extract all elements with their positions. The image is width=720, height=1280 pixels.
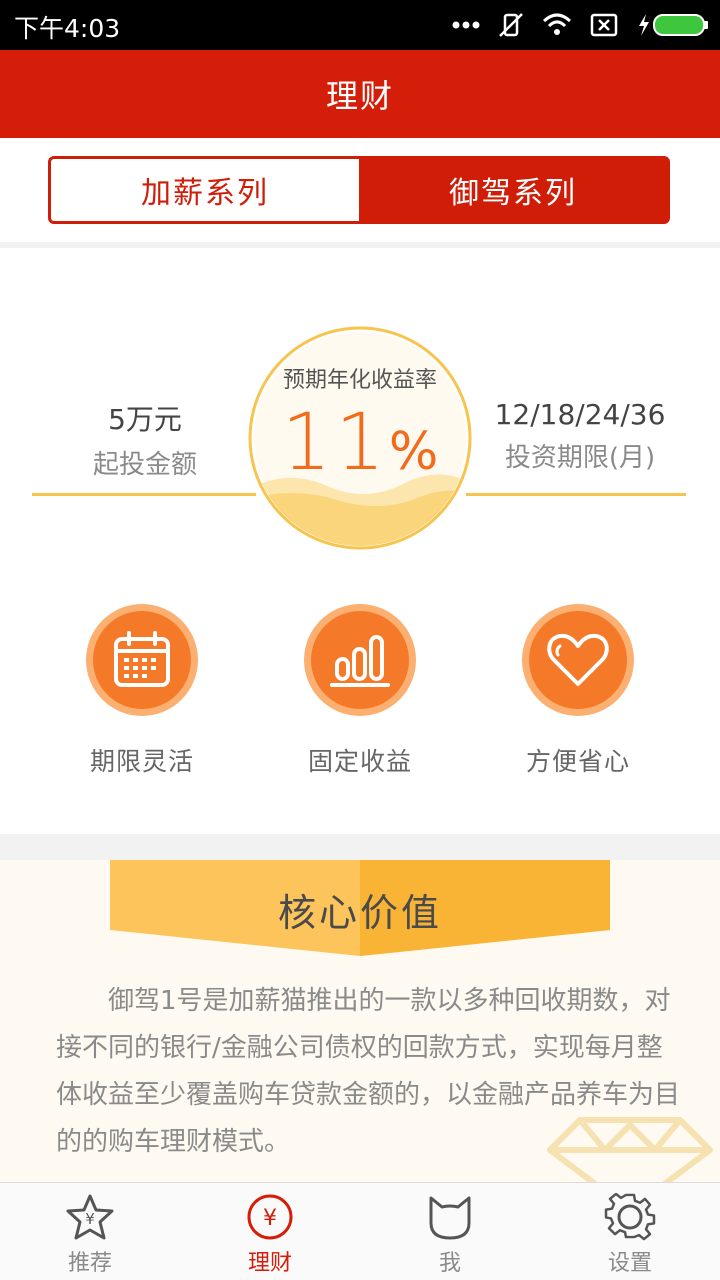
nav-label: 设置 xyxy=(607,1251,652,1276)
nav-item-finance[interactable]: ¥ 理财 xyxy=(180,1183,360,1280)
nav-item-settings[interactable]: 设置 xyxy=(540,1183,720,1280)
feature-flexible-term: 期限灵活 xyxy=(42,604,242,778)
nav-label: 理财 xyxy=(247,1251,292,1276)
min-amount-stat: 5万元 起投金额 xyxy=(60,398,230,481)
feature-convenient: 方便省心 xyxy=(478,604,678,778)
heart-icon xyxy=(547,633,609,686)
gear-icon xyxy=(604,1193,656,1241)
page-title: 理财 xyxy=(325,77,394,115)
cat-icon xyxy=(429,1196,471,1240)
rate-number: 11 xyxy=(281,398,389,488)
bottom-nav: ¥ 推荐 ¥ 理财 我 设置 xyxy=(0,1182,720,1280)
nav-item-recommend[interactable]: ¥ 推荐 xyxy=(0,1183,180,1280)
tab-bar-container: 加薪系列 御驾系列 xyxy=(0,138,720,242)
nav-label: 推荐 xyxy=(67,1251,112,1276)
min-amount-value: 5万元 xyxy=(108,403,182,436)
calendar-icon xyxy=(114,631,170,687)
battery-charging-icon xyxy=(639,14,708,36)
bar-chart-icon xyxy=(330,635,390,687)
yen-circle-icon: ¥ xyxy=(247,1194,293,1240)
tab-jiaxin-series[interactable]: 加薪系列 xyxy=(51,159,359,221)
feature-label: 固定收益 xyxy=(307,747,412,776)
product-card: 5万元 起投金额 预期年化收益率 11% 12/18/24/36 投资期限(月) xyxy=(0,248,720,834)
diamond-decoration-icon xyxy=(547,1117,713,1182)
term-stat: 12/18/24/36 投资期限(月) xyxy=(470,398,690,474)
divider-line-right xyxy=(466,493,686,496)
term-label: 投资期限(月) xyxy=(504,443,656,473)
star-yen-icon: ¥ xyxy=(66,1194,114,1240)
core-value-title: 核心价值 xyxy=(277,891,442,935)
core-value-section: 核心价值 御驾1号是加薪猫推出的一款以多种回收期数，对接不同的银行/金融公司债权… xyxy=(0,860,720,1182)
min-amount-label: 起投金额 xyxy=(92,450,197,480)
wifi-icon xyxy=(542,13,572,35)
nav-item-me[interactable]: 我 xyxy=(360,1183,540,1280)
more-dots-icon xyxy=(452,21,480,29)
no-sim-icon xyxy=(590,13,618,37)
rate-unit: % xyxy=(388,422,439,482)
feature-label: 期限灵活 xyxy=(89,747,194,776)
nav-label: 我 xyxy=(438,1251,461,1276)
tab-yujia-series[interactable]: 御驾系列 xyxy=(359,159,667,221)
status-bar: 下午4:03 xyxy=(0,0,720,50)
svg-text:¥: ¥ xyxy=(85,1210,95,1228)
divider-line-left xyxy=(32,493,256,496)
rate-value: 11% xyxy=(247,398,473,488)
series-tabs: 加薪系列 御驾系列 xyxy=(48,156,670,224)
rate-label: 预期年化收益率 xyxy=(282,368,437,393)
screen: 下午4:03 理财 加薪系列 御驾系列 5万元 起投金额 预期年化收益率 11%… xyxy=(0,0,720,1280)
status-time: 下午4:03 xyxy=(14,14,121,43)
status-icons xyxy=(452,10,710,40)
title-bar: 理财 xyxy=(0,50,720,138)
feature-label: 方便省心 xyxy=(525,747,630,776)
mute-vibrate-icon xyxy=(499,13,523,37)
term-value: 12/18/24/36 xyxy=(494,398,666,431)
feature-fixed-return: 固定收益 xyxy=(260,604,460,778)
svg-text:¥: ¥ xyxy=(263,1206,277,1231)
